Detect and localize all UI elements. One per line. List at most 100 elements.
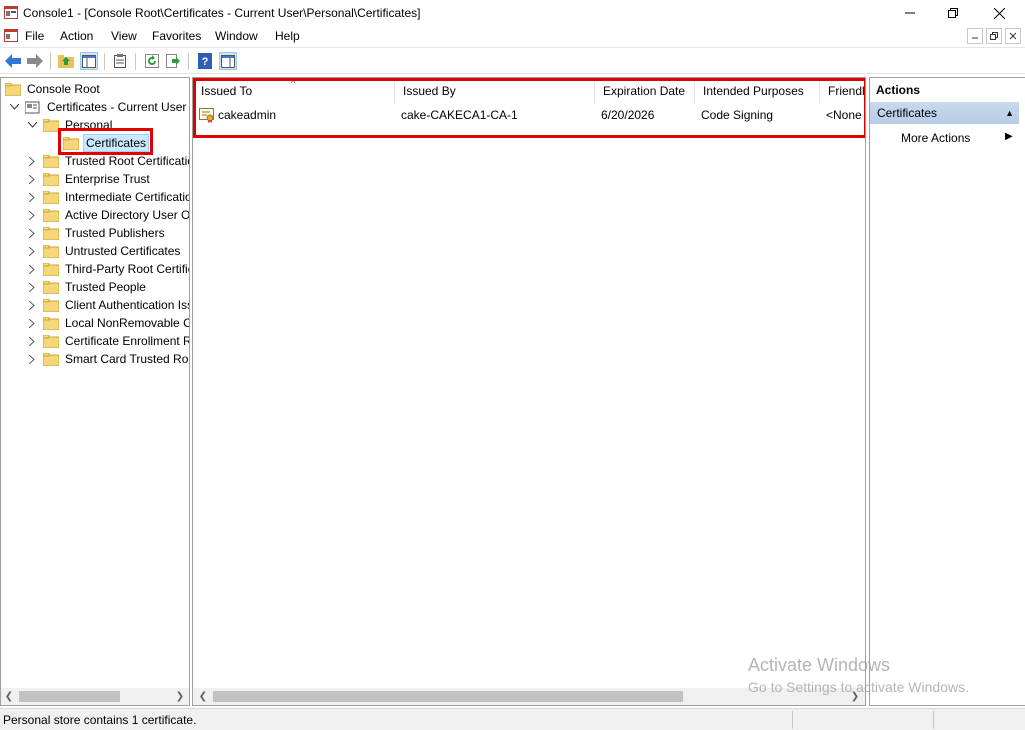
tree-item-label: Personal (65, 118, 113, 132)
menu-file[interactable]: File (25, 29, 44, 43)
column-header-intended-purposes[interactable]: Intended Purposes (695, 78, 820, 104)
help-icon: ? (198, 53, 212, 69)
chevron-right-icon[interactable] (27, 192, 37, 202)
tree-item-label: Console Root (27, 82, 100, 96)
chevron-right-icon[interactable] (27, 282, 37, 292)
actions-section-certificates[interactable]: Certificates ▲ (870, 102, 1019, 124)
window-title: Console1 - [Console Root\Certificates - … (23, 6, 421, 20)
cell-friendly-name: <None (826, 108, 862, 122)
tree-item-label: Client Authentication Iss (65, 298, 190, 312)
tree-item-label: Enterprise Trust (65, 172, 150, 186)
collapse-up-icon[interactable]: ▲ (1005, 108, 1014, 118)
tree-item-label: Trusted Root Certificatio (65, 154, 190, 168)
show-hide-tree-icon (82, 54, 96, 68)
results-list-pane: ^ Issued To Issued By Expiration Date In… (192, 77, 866, 706)
child-close-button[interactable] (1005, 28, 1021, 44)
scroll-left-icon[interactable]: ❮ (3, 690, 15, 703)
chevron-down-icon[interactable] (27, 120, 37, 130)
toolbar: ? (0, 47, 1025, 74)
refresh-button[interactable] (143, 52, 161, 70)
scrollbar-thumb[interactable] (19, 691, 120, 702)
tree-item-third-party-root[interactable]: Third-Party Root Certific (27, 260, 189, 278)
show-hide-action-pane-icon (221, 54, 235, 68)
restore-icon (990, 32, 998, 40)
tree-item-certificates[interactable]: Certificates (63, 134, 150, 152)
column-header-issued-to[interactable]: Issued To (193, 78, 395, 104)
more-actions-item[interactable]: More Actions (901, 131, 970, 145)
cell-issued-to[interactable]: cakeadmin (199, 104, 395, 126)
scroll-left-icon[interactable]: ❮ (197, 690, 209, 703)
column-header-friendly-name[interactable]: Friendly (820, 78, 865, 104)
status-text: Personal store contains 1 certificate. (3, 713, 197, 727)
close-button[interactable] (976, 0, 1022, 26)
chevron-right-icon[interactable] (27, 246, 37, 256)
chevron-right-icon[interactable] (27, 336, 37, 346)
cell-expiration-date: 6/20/2026 (601, 108, 655, 122)
export-list-icon (166, 54, 180, 68)
tree-item-untrusted[interactable]: Untrusted Certificates (27, 242, 182, 260)
mmc-app-icon (4, 6, 18, 19)
chevron-down-icon[interactable] (9, 102, 19, 112)
tree-item-label: Certificates - Current User (47, 100, 187, 114)
chevron-right-icon[interactable] (27, 300, 37, 310)
tree-item-enterprise-trust[interactable]: Enterprise Trust (27, 170, 152, 188)
toolbar-separator (188, 53, 189, 70)
column-header-expiration-date[interactable]: Expiration Date (595, 78, 695, 104)
scroll-right-icon[interactable]: ❯ (174, 690, 186, 703)
properties-button[interactable] (111, 52, 129, 70)
cell-intended-purposes: Code Signing (701, 108, 774, 122)
chevron-right-icon[interactable] (27, 210, 37, 220)
console-icon[interactable] (4, 29, 18, 42)
chevron-right-icon[interactable] (27, 228, 37, 238)
tree-item-cert-enrollment[interactable]: Certificate Enrollment Re (27, 332, 190, 350)
child-minimize-button[interactable] (967, 28, 983, 44)
child-restore-button[interactable] (986, 28, 1002, 44)
chevron-right-icon[interactable] (27, 156, 37, 166)
chevron-right-icon[interactable] (27, 264, 37, 274)
tree-item-intermediate[interactable]: Intermediate Certificatio (27, 188, 189, 206)
chevron-right-icon[interactable] (27, 354, 37, 364)
menu-favorites[interactable]: Favorites (152, 29, 201, 43)
cell-issued-by: cake-CAKECA1-CA-1 (401, 108, 518, 122)
toolbar-separator (135, 53, 136, 70)
scrollbar-thumb[interactable] (213, 691, 683, 702)
tree-item-console-root[interactable]: Console Root (5, 80, 102, 98)
menu-window[interactable]: Window (215, 29, 258, 43)
tree-item-trusted-people[interactable]: Trusted People (27, 278, 148, 296)
menu-help[interactable]: Help (275, 29, 300, 43)
menu-action[interactable]: Action (60, 29, 93, 43)
show-hide-action-pane-button[interactable] (219, 52, 237, 70)
tree-item-label: Local NonRemovable Ce (65, 316, 190, 330)
tree-item-trusted-publishers[interactable]: Trusted Publishers (27, 224, 167, 242)
tree-item-label: Trusted Publishers (65, 226, 165, 240)
up-one-level-button[interactable] (57, 52, 75, 70)
tree-item-smart-card[interactable]: Smart Card Trusted Roo (27, 350, 189, 368)
toolbar-separator (104, 53, 105, 70)
column-header-issued-by[interactable]: Issued By (395, 78, 595, 104)
forward-button[interactable] (26, 52, 44, 70)
toolbar-separator (50, 53, 51, 70)
tree-item-active-directory[interactable]: Active Directory User Ob (27, 206, 189, 224)
tree-horizontal-scrollbar[interactable]: ❮ ❯ (1, 688, 189, 705)
export-list-button[interactable] (164, 52, 182, 70)
tree-item-personal[interactable]: Personal (27, 116, 114, 134)
chevron-right-icon[interactable] (27, 174, 37, 184)
tree-item-local-nonremovable[interactable]: Local NonRemovable Ce (27, 314, 190, 332)
folder-icon (43, 298, 59, 312)
chevron-right-icon[interactable] (27, 318, 37, 328)
folder-icon (43, 172, 59, 186)
tree-item-client-auth[interactable]: Client Authentication Iss (27, 296, 190, 314)
back-button[interactable] (4, 52, 22, 70)
title-bar: Console1 - [Console Root\Certificates - … (0, 0, 1025, 26)
tree-item-label: Certificate Enrollment Re (65, 334, 190, 348)
tree-item-trusted-root[interactable]: Trusted Root Certificatio (27, 152, 190, 170)
restore-button[interactable] (930, 0, 976, 26)
tree-item-certificates-current-user[interactable]: Certificates - Current User (9, 98, 188, 116)
issued-to-text: cakeadmin (218, 108, 277, 122)
console-tree-pane: Console Root Certificates - Current User… (0, 77, 190, 706)
minimize-button[interactable] (887, 0, 933, 26)
menu-view[interactable]: View (111, 29, 137, 43)
folder-open-icon (63, 136, 79, 150)
show-hide-console-tree-button[interactable] (80, 52, 98, 70)
help-button[interactable]: ? (196, 52, 214, 70)
